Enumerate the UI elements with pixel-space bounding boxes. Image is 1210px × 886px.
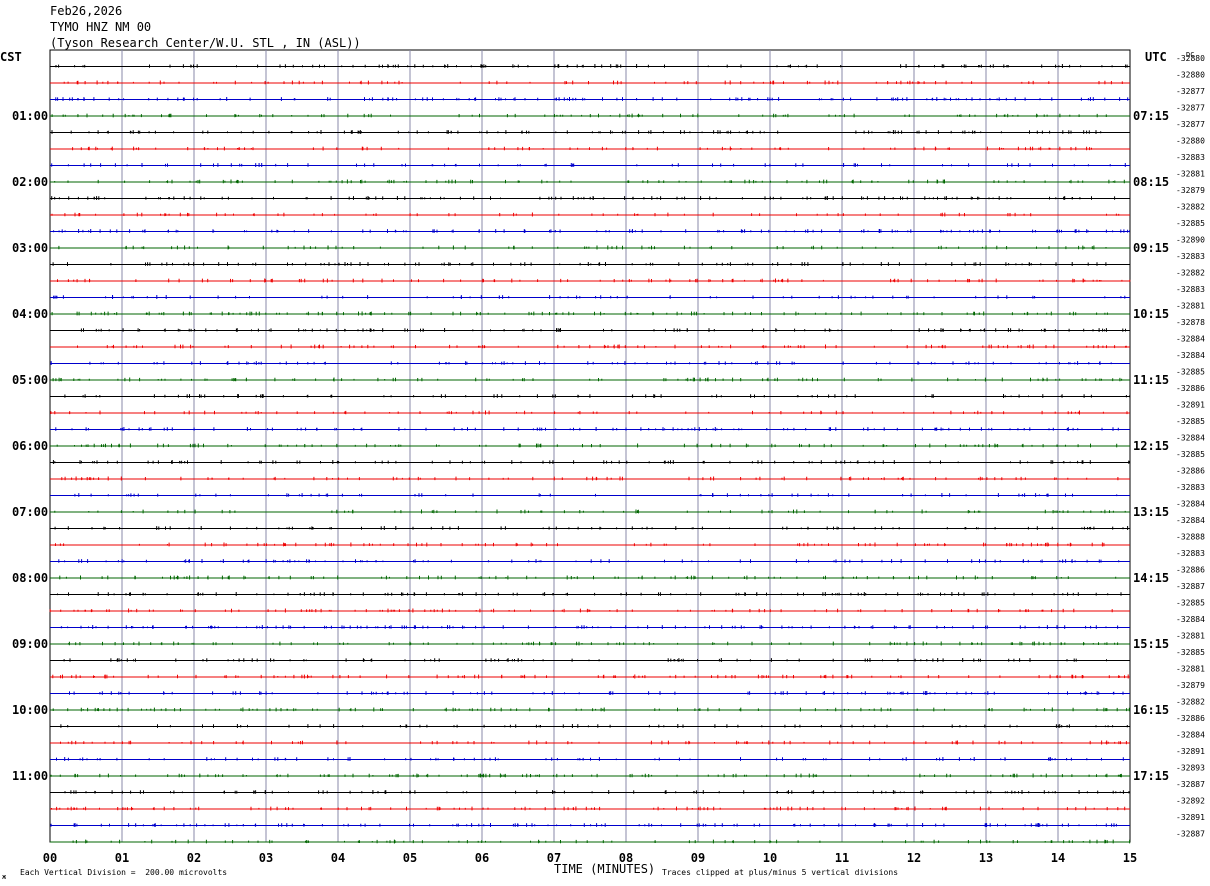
x-tick-label: 14 xyxy=(1051,851,1065,865)
dc-offset-label: -32881 xyxy=(1176,632,1205,641)
left-timezone-label: CST xyxy=(0,50,22,64)
dc-offset-label: -32891 xyxy=(1176,813,1205,822)
right-hour-label: 08:15 xyxy=(1133,175,1169,189)
dc-offset-label: -32883 xyxy=(1176,252,1205,261)
dc-offset-label: -32887 xyxy=(1176,582,1205,591)
dc-offset-label: -32881 xyxy=(1176,665,1205,674)
dc-offset-label: -32886 xyxy=(1176,566,1205,575)
x-tick-label: 09 xyxy=(691,851,705,865)
dc-offset-label: -32891 xyxy=(1176,747,1205,756)
dc-offset-label: -32877 xyxy=(1176,104,1205,113)
x-tick-label: 00 xyxy=(43,851,57,865)
dc-offset-label: -32884 xyxy=(1176,516,1205,525)
right-hour-label: 17:15 xyxy=(1133,769,1169,783)
dc-offset-label: -32888 xyxy=(1176,533,1205,542)
right-hour-label: 15:15 xyxy=(1133,637,1169,651)
x-tick-label: 10 xyxy=(763,851,777,865)
dc-offset-label: -32881 xyxy=(1176,302,1205,311)
left-hour-label: 10:00 xyxy=(12,703,48,717)
helicorder-plot: CST UTC DC 00 01 02 03 04 05 06 07 08 09 10 11 12 13 1… xyxy=(0,49,1205,881)
dc-offset-label: -32892 xyxy=(1176,797,1205,806)
dc-offset-label: -32884 xyxy=(1176,500,1205,509)
dc-offset-label: -32880 xyxy=(1176,54,1205,63)
right-hour-label: 16:15 xyxy=(1133,703,1169,717)
dc-offset-label: -32891 xyxy=(1176,401,1205,410)
dc-offset-label: -32887 xyxy=(1176,830,1205,839)
dc-offset-label: -32884 xyxy=(1176,731,1205,740)
dc-offset-label: -32883 xyxy=(1176,153,1205,162)
x-tick-label: 12 xyxy=(907,851,921,865)
dc-offset-label: -32884 xyxy=(1176,615,1205,624)
x-axis-title: TIME (MINUTES) xyxy=(554,862,655,876)
right-hour-label: 10:15 xyxy=(1133,307,1169,321)
dc-offset-label: -32882 xyxy=(1176,269,1205,278)
left-hour-label: 03:00 xyxy=(12,241,48,255)
dc-offset-label: -32886 xyxy=(1176,714,1205,723)
x-tick-label: 05 xyxy=(403,851,417,865)
dc-offset-label: -32878 xyxy=(1176,318,1205,327)
left-hour-label: 07:00 xyxy=(12,505,48,519)
x-tick-label: 13 xyxy=(979,851,993,865)
dc-offset-label: -32882 xyxy=(1176,203,1205,212)
dc-offset-label: -32883 xyxy=(1176,549,1205,558)
dc-offset-label: -32884 xyxy=(1176,351,1205,360)
trace-group xyxy=(49,64,1131,844)
x-tick-label: 11 xyxy=(835,851,849,865)
right-hour-label: 14:15 xyxy=(1133,571,1169,585)
dc-offset-label: -32885 xyxy=(1176,599,1205,608)
left-hour-label: 09:00 xyxy=(12,637,48,651)
left-hour-label: 02:00 xyxy=(12,175,48,189)
left-hour-label: 11:00 xyxy=(12,769,48,783)
dc-offset-label: -32877 xyxy=(1176,120,1205,129)
dc-offset-label: -32885 xyxy=(1176,450,1205,459)
dc-offset-label: -32883 xyxy=(1176,285,1205,294)
dc-offset-label: -32884 xyxy=(1176,434,1205,443)
left-hour-label: 06:00 xyxy=(12,439,48,453)
dc-offset-label: -32880 xyxy=(1176,71,1205,80)
x-tick-label: 02 xyxy=(187,851,201,865)
right-hour-label: 11:15 xyxy=(1133,373,1169,387)
right-hour-label: 09:15 xyxy=(1133,241,1169,255)
dc-offset-label: -32882 xyxy=(1176,698,1205,707)
right-hour-label: 07:15 xyxy=(1133,109,1169,123)
dc-offset-label: -32890 xyxy=(1176,236,1205,245)
left-hour-label: 05:00 xyxy=(12,373,48,387)
x-tick-label: 04 xyxy=(331,851,345,865)
dc-offset-label: -32893 xyxy=(1176,764,1205,773)
left-hour-label: 01:00 xyxy=(12,109,48,123)
right-timezone-label: UTC xyxy=(1145,50,1167,64)
x-tick-label: 06 xyxy=(475,851,489,865)
corner-mark: ж xyxy=(2,873,7,881)
x-tick-label: 03 xyxy=(259,851,273,865)
left-hour-label: 04:00 xyxy=(12,307,48,321)
clip-note: Traces clipped at plus/minus 5 vertical … xyxy=(662,868,898,877)
dc-offset-label: -32879 xyxy=(1176,681,1205,690)
dc-offset-label: -32887 xyxy=(1176,780,1205,789)
x-tick-label: 01 xyxy=(115,851,129,865)
dc-offset-label: -32886 xyxy=(1176,384,1205,393)
scale-note: Each Vertical Division = 200.00 microvol… xyxy=(20,868,227,877)
dc-offset-label: -32879 xyxy=(1176,186,1205,195)
dc-offset-label: -32885 xyxy=(1176,648,1205,657)
dc-offset-label: -32886 xyxy=(1176,467,1205,476)
dc-offset-label: -32880 xyxy=(1176,137,1205,146)
right-hour-label: 12:15 xyxy=(1133,439,1169,453)
dc-offset-label: -32881 xyxy=(1176,170,1205,179)
dc-offset-label: -32885 xyxy=(1176,368,1205,377)
x-tick-label: 15 xyxy=(1123,851,1137,865)
dc-offset-label: -32885 xyxy=(1176,417,1205,426)
dc-offset-label: -32884 xyxy=(1176,335,1205,344)
left-hour-label: 08:00 xyxy=(12,571,48,585)
dc-offset-label: -32877 xyxy=(1176,87,1205,96)
right-hour-label: 13:15 xyxy=(1133,505,1169,519)
dc-offset-label: -32883 xyxy=(1176,483,1205,492)
dc-offset-label: -32885 xyxy=(1176,219,1205,228)
